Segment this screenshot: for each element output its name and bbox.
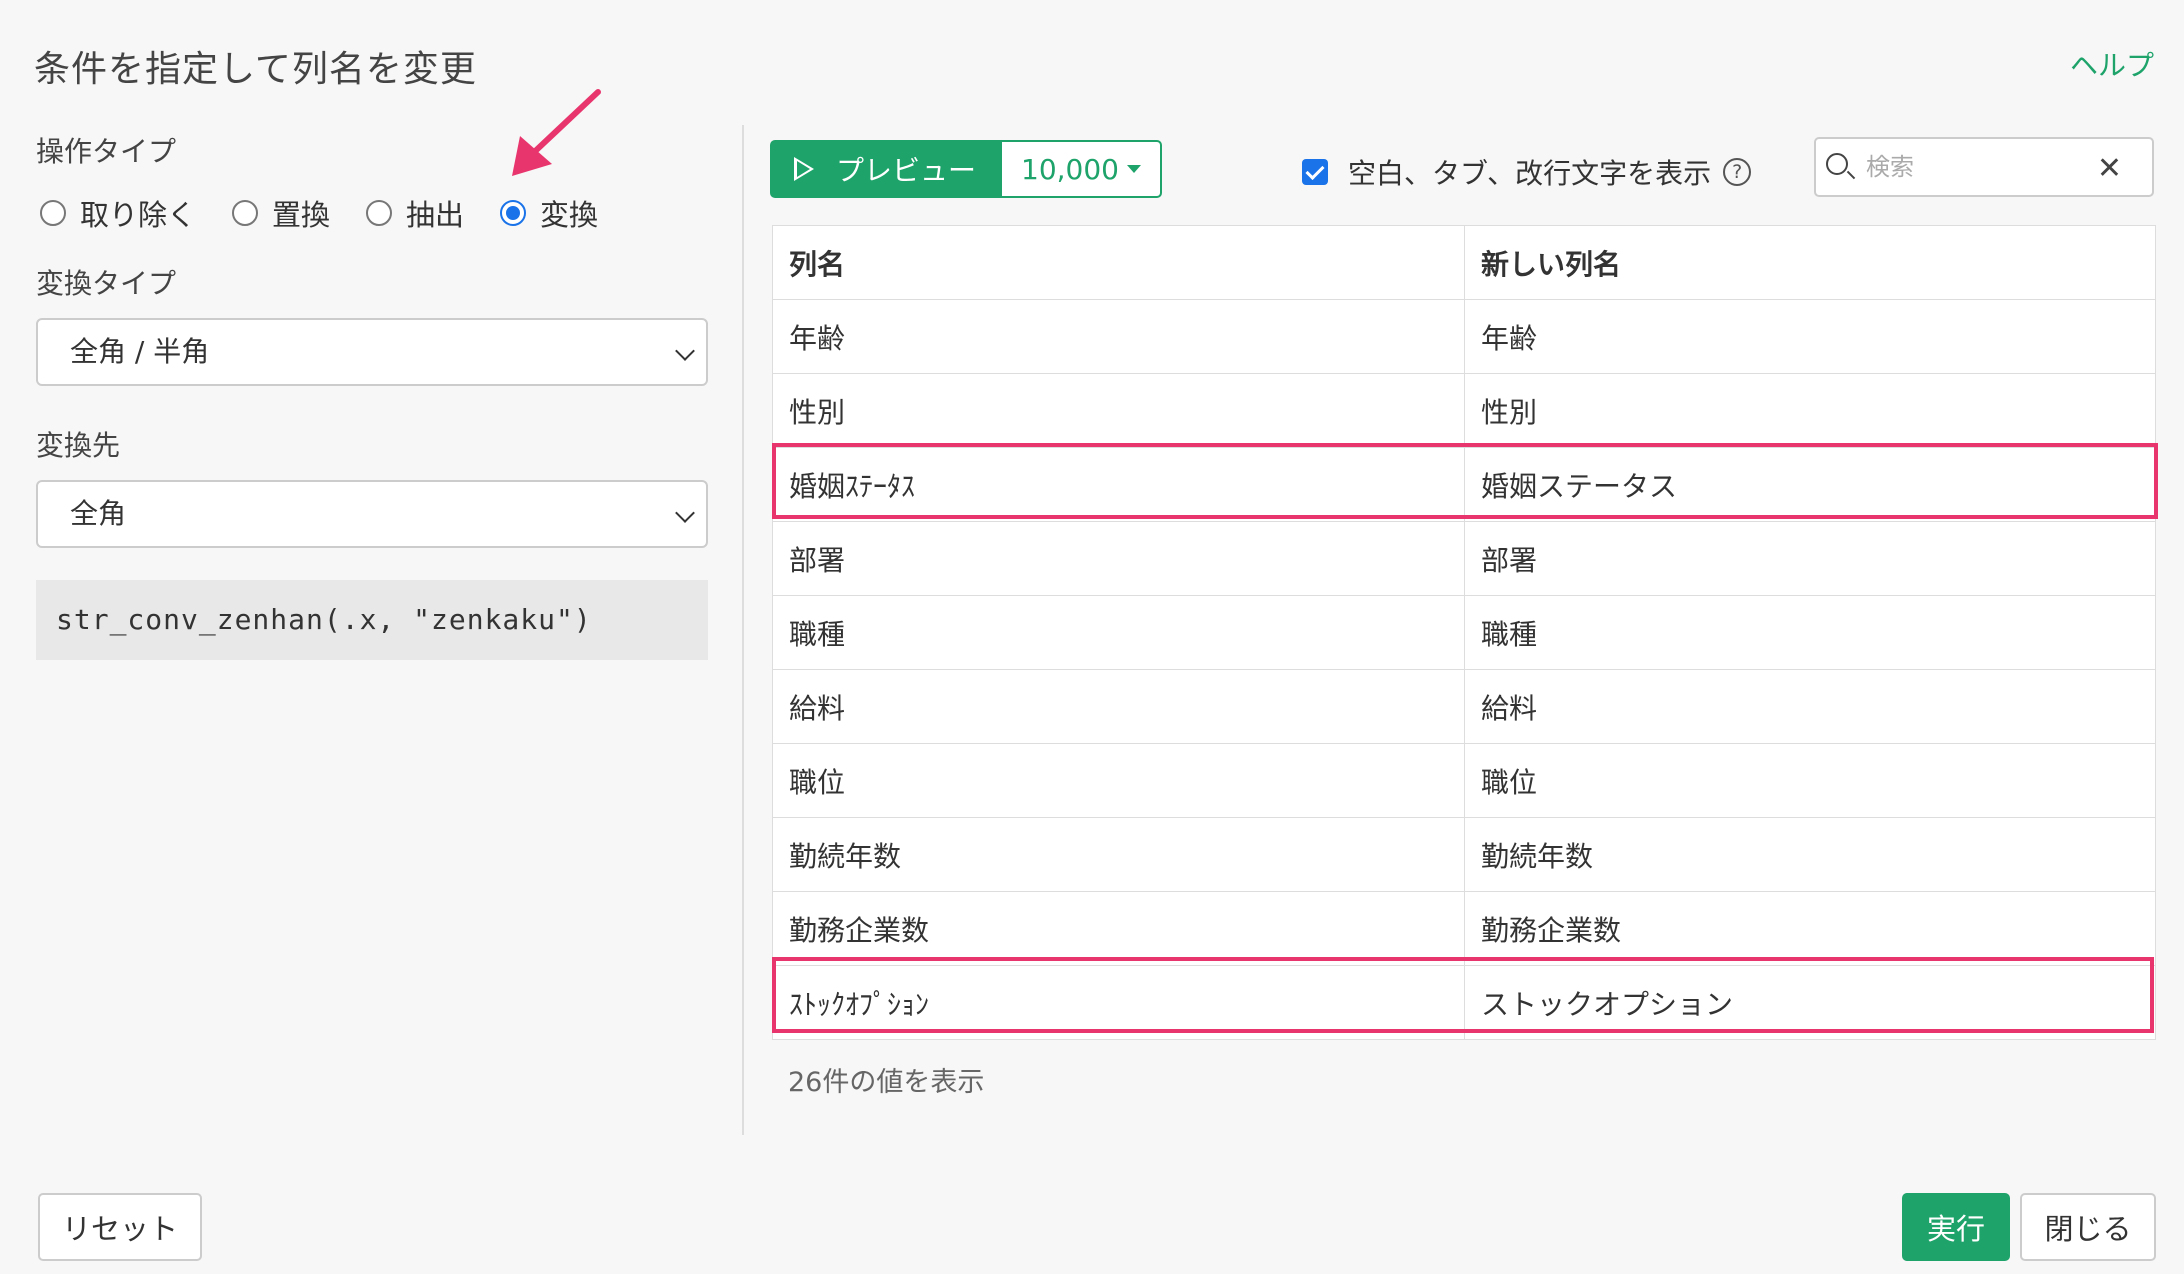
table-row: 職位 職位 — [772, 743, 2156, 818]
rows-dropdown[interactable]: 10,000 — [1000, 140, 1162, 198]
conv-type-value: 全角 / 半角 — [70, 335, 210, 368]
table-row: 職種 職種 — [772, 595, 2156, 670]
table-row: 給料 給料 — [772, 669, 2156, 744]
cell-old-name: 給料 — [772, 669, 1465, 744]
header-new-column-name: 新しい列名 — [1464, 225, 2156, 300]
cell-new-name: 職種 — [1464, 595, 2156, 670]
show-whitespace-label: 空白、タブ、改行文字を表示 — [1348, 157, 1712, 190]
rows-value: 10,000 — [1021, 152, 1119, 186]
search-input[interactable] — [1866, 147, 2086, 187]
conv-target-label: 変換先 — [36, 429, 121, 462]
conv-type-label: 変換タイプ — [36, 267, 177, 300]
op-type-remove[interactable]: 取り除く — [40, 192, 196, 234]
conv-type-select[interactable]: 全角 / 半角 — [36, 318, 708, 386]
conv-target-select[interactable]: 全角 — [36, 480, 708, 548]
show-whitespace-checkbox[interactable] — [1302, 159, 1328, 185]
search-icon — [1826, 153, 1848, 175]
cell-old-name: 勤務企業数 — [772, 891, 1465, 966]
highlight-box-marital-status — [772, 443, 2158, 519]
cell-old-name: 性別 — [772, 373, 1465, 448]
cell-new-name: 職位 — [1464, 743, 2156, 818]
run-button[interactable]: 実行 — [1902, 1193, 2010, 1261]
show-whitespace-toggle[interactable]: 空白、タブ、改行文字を表示 ? — [1302, 152, 1752, 192]
cell-old-name: 年齢 — [772, 299, 1465, 374]
op-type-replace-label: 置換 — [272, 198, 331, 232]
play-icon — [794, 157, 814, 181]
question-icon[interactable]: ? — [1723, 158, 1752, 186]
search-box: ✕ — [1814, 137, 2154, 197]
chevron-down-icon — [675, 341, 695, 361]
close-button[interactable]: 閉じる — [2020, 1193, 2156, 1261]
radio-remove[interactable] — [40, 200, 66, 226]
cell-new-name: 勤務企業数 — [1464, 891, 2156, 966]
op-type-extract[interactable]: 抽出 — [366, 192, 464, 234]
op-type-convert-label: 変換 — [540, 198, 599, 232]
op-type-extract-label: 抽出 — [406, 198, 465, 232]
op-type-convert[interactable]: 変換 — [500, 192, 598, 234]
table-row: 勤続年数 勤続年数 — [772, 817, 2156, 892]
preview-button[interactable]: プレビュー — [770, 140, 1000, 198]
cell-new-name: 部署 — [1464, 521, 2156, 596]
cell-new-name: 勤続年数 — [1464, 817, 2156, 892]
table-row: 勤務企業数 勤務企業数 — [772, 891, 2156, 966]
cell-old-name: 勤続年数 — [772, 817, 1465, 892]
header-column-name: 列名 — [772, 225, 1465, 300]
table-row: 年齢 年齢 — [772, 299, 2156, 374]
chevron-down-icon — [675, 503, 695, 523]
caret-down-icon — [1126, 165, 1141, 173]
help-link[interactable]: ヘルプ — [2070, 44, 2154, 84]
table-header-row: 列名 新しい列名 — [772, 225, 2156, 300]
reset-button[interactable]: リセット — [38, 1193, 202, 1261]
row-count-text: 26件の値を表示 — [788, 1067, 985, 1098]
radio-convert[interactable] — [500, 200, 527, 226]
annotation-arrow-icon — [512, 89, 601, 176]
conv-target-value: 全角 — [70, 497, 127, 530]
cell-old-name: 職位 — [772, 743, 1465, 818]
code-preview: str_conv_zenhan(.x, "zenkaku") — [36, 580, 708, 660]
column-rename-table: 列名 新しい列名 年齢 年齢 性別 性別 婚姻ｽﾃｰﾀｽ 婚姻ステータス 部署 部署 職… — [772, 225, 2156, 1040]
left-panel: 操作タイプ 取り除く 置換 抽出 変換 変換タイプ 全角 / 半角 変換先 全角… — [36, 130, 708, 660]
table-row: 性別 性別 — [772, 373, 2156, 448]
cell-old-name: 職種 — [772, 595, 1465, 670]
clear-search-icon[interactable]: ✕ — [2097, 151, 2122, 186]
op-type-radio-group: 取り除く 置換 抽出 変換 — [40, 192, 708, 234]
preview-label: プレビュー — [836, 154, 977, 187]
cell-new-name: 性別 — [1464, 373, 2156, 448]
op-type-remove-label: 取り除く — [80, 198, 197, 232]
op-type-replace[interactable]: 置換 — [232, 192, 330, 234]
cell-new-name: 給料 — [1464, 669, 2156, 744]
panel-divider — [742, 125, 744, 1135]
radio-replace[interactable] — [232, 200, 259, 226]
radio-extract[interactable] — [366, 200, 393, 226]
table-row: 部署 部署 — [772, 521, 2156, 596]
cell-new-name: 年齢 — [1464, 299, 2156, 374]
cell-old-name: 部署 — [772, 521, 1465, 596]
dialog-title: 条件を指定して列名を変更 — [34, 49, 477, 90]
highlight-box-stock-option — [772, 957, 2154, 1033]
